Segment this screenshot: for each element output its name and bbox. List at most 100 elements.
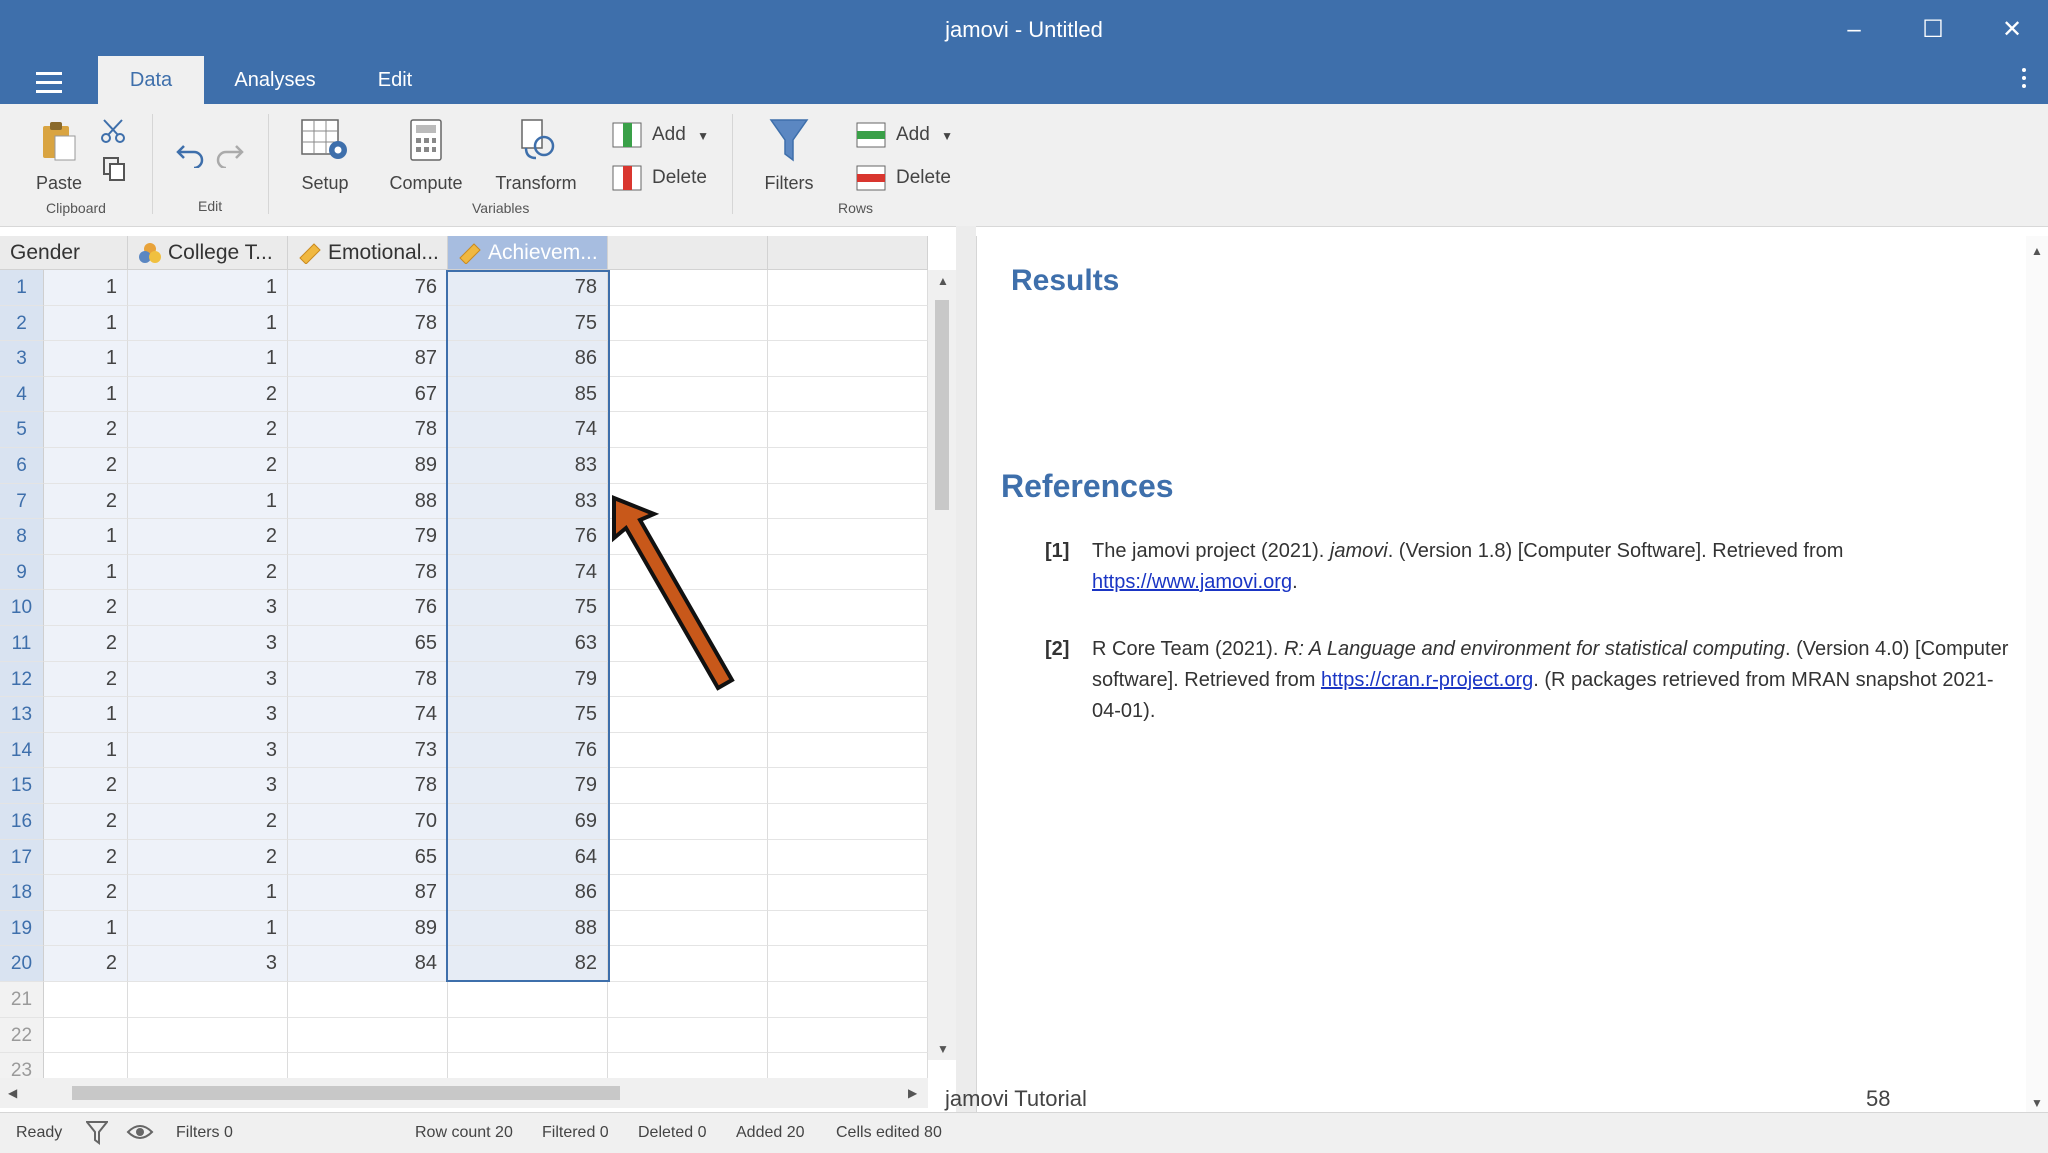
scroll-down-icon[interactable]: ▼	[937, 1042, 949, 1056]
row-number[interactable]: 17	[0, 839, 44, 876]
table-cell[interactable]: 70	[288, 804, 448, 840]
table-cell[interactable]: 1	[128, 270, 288, 306]
column-header-empty[interactable]	[768, 236, 928, 270]
table-row[interactable]: 18 2 1 87 86	[0, 875, 928, 911]
table-cell[interactable]: 78	[288, 768, 448, 804]
compute-button[interactable]: Compute	[384, 116, 468, 194]
table-cell[interactable]: 78	[288, 554, 448, 591]
close-button[interactable]: ✕	[1992, 14, 2032, 46]
table-cell[interactable]	[768, 554, 928, 591]
table-cell[interactable]: 76	[288, 270, 448, 306]
table-cell[interactable]: 83	[448, 483, 608, 520]
table-row[interactable]: 21	[0, 982, 928, 1018]
row-number[interactable]: 2	[0, 305, 44, 342]
row-number[interactable]: 11	[0, 626, 44, 662]
table-row[interactable]: 10 2 3 76 75	[0, 590, 928, 626]
table-row[interactable]: 17 2 2 65 64	[0, 839, 928, 876]
row-number[interactable]: 13	[0, 697, 44, 733]
row-number[interactable]: 4	[0, 376, 44, 413]
table-cell[interactable]: 75	[448, 305, 608, 342]
table-cell[interactable]: 1	[44, 376, 128, 413]
table-cell[interactable]: 2	[128, 839, 288, 876]
table-cell[interactable]: 69	[448, 804, 608, 840]
table-cell[interactable]: 2	[44, 875, 128, 911]
table-cell[interactable]: 74	[448, 412, 608, 448]
table-cell[interactable]	[768, 732, 928, 769]
table-cell[interactable]	[608, 270, 768, 306]
table-cell[interactable]: 88	[448, 910, 608, 947]
copy-icon[interactable]	[102, 156, 126, 182]
table-cell[interactable]: 64	[448, 839, 608, 876]
table-row[interactable]: 5 2 2 78 74	[0, 412, 928, 448]
table-cell[interactable]: 1	[128, 341, 288, 377]
table-cell[interactable]	[608, 376, 768, 413]
table-cell[interactable]: 2	[44, 483, 128, 520]
table-cell[interactable]: 76	[288, 590, 448, 626]
table-cell[interactable]: 2	[44, 590, 128, 626]
menu-icon[interactable]	[36, 72, 62, 99]
setup-button[interactable]: Setup	[290, 116, 360, 194]
reference-link[interactable]: https://www.jamovi.org	[1092, 571, 1292, 593]
row-number[interactable]: 21	[0, 982, 44, 1018]
table-row[interactable]: 4 1 2 67 85	[0, 376, 928, 413]
row-number[interactable]: 6	[0, 448, 44, 484]
table-cell[interactable]: 3	[128, 661, 288, 698]
row-number[interactable]: 1	[0, 270, 44, 306]
table-cell[interactable]	[608, 875, 768, 911]
table-cell[interactable]	[608, 768, 768, 804]
column-header-empty[interactable]	[608, 236, 768, 270]
pane-splitter[interactable]	[956, 226, 976, 1112]
table-cell[interactable]: 2	[44, 626, 128, 662]
row-number[interactable]: 12	[0, 661, 44, 698]
table-cell[interactable]	[608, 910, 768, 947]
table-cell[interactable]: 3	[128, 732, 288, 769]
table-cell[interactable]	[768, 341, 928, 377]
row-number[interactable]: 10	[0, 590, 44, 626]
table-cell[interactable]	[768, 875, 928, 911]
table-cell[interactable]	[768, 376, 928, 413]
table-cell[interactable]: 2	[128, 519, 288, 555]
table-cell[interactable]	[768, 946, 928, 982]
table-cell[interactable]	[128, 1017, 288, 1054]
table-cell[interactable]	[768, 590, 928, 626]
table-cell[interactable]	[608, 697, 768, 733]
table-cell[interactable]	[768, 483, 928, 520]
scrollbar-thumb[interactable]	[72, 1086, 620, 1100]
row-number[interactable]: 3	[0, 341, 44, 377]
undo-icon[interactable]	[176, 140, 206, 168]
table-cell[interactable]: 65	[288, 839, 448, 876]
table-cell[interactable]	[768, 910, 928, 947]
table-row[interactable]: 6 2 2 89 83	[0, 448, 928, 484]
table-row[interactable]: 7 2 1 88 83	[0, 483, 928, 520]
table-cell[interactable]	[608, 448, 768, 484]
table-row[interactable]: 16 2 2 70 69	[0, 804, 928, 840]
row-number[interactable]: 18	[0, 875, 44, 911]
table-cell[interactable]: 2	[44, 661, 128, 698]
table-cell[interactable]: 2	[44, 839, 128, 876]
table-cell[interactable]: 1	[44, 270, 128, 306]
table-cell[interactable]	[768, 804, 928, 840]
table-cell[interactable]: 3	[128, 590, 288, 626]
table-cell[interactable]: 78	[448, 270, 608, 306]
table-cell[interactable]: 75	[448, 697, 608, 733]
table-row[interactable]: 13 1 3 74 75	[0, 697, 928, 733]
table-cell[interactable]	[608, 341, 768, 377]
scroll-left-icon[interactable]: ◀	[8, 1086, 17, 1100]
table-cell[interactable]	[448, 1017, 608, 1054]
row-number[interactable]: 9	[0, 554, 44, 591]
column-header-college-type[interactable]: College T...	[128, 236, 288, 270]
row-number[interactable]: 20	[0, 946, 44, 982]
table-row[interactable]: 14 1 3 73 76	[0, 732, 928, 769]
table-row[interactable]: 2 1 1 78 75	[0, 305, 928, 342]
table-cell[interactable]: 78	[288, 412, 448, 448]
row-number[interactable]: 7	[0, 483, 44, 520]
more-options-icon[interactable]	[2022, 68, 2026, 92]
table-cell[interactable]: 87	[288, 875, 448, 911]
table-cell[interactable]: 2	[128, 376, 288, 413]
table-cell[interactable]	[608, 1017, 768, 1054]
tab-data[interactable]: Data	[98, 56, 204, 104]
column-header-achievement[interactable]: Achievem...	[448, 236, 608, 270]
table-cell[interactable]	[608, 982, 768, 1018]
table-cell[interactable]	[768, 270, 928, 306]
add-variable-button[interactable]: Add ▼	[612, 122, 709, 148]
